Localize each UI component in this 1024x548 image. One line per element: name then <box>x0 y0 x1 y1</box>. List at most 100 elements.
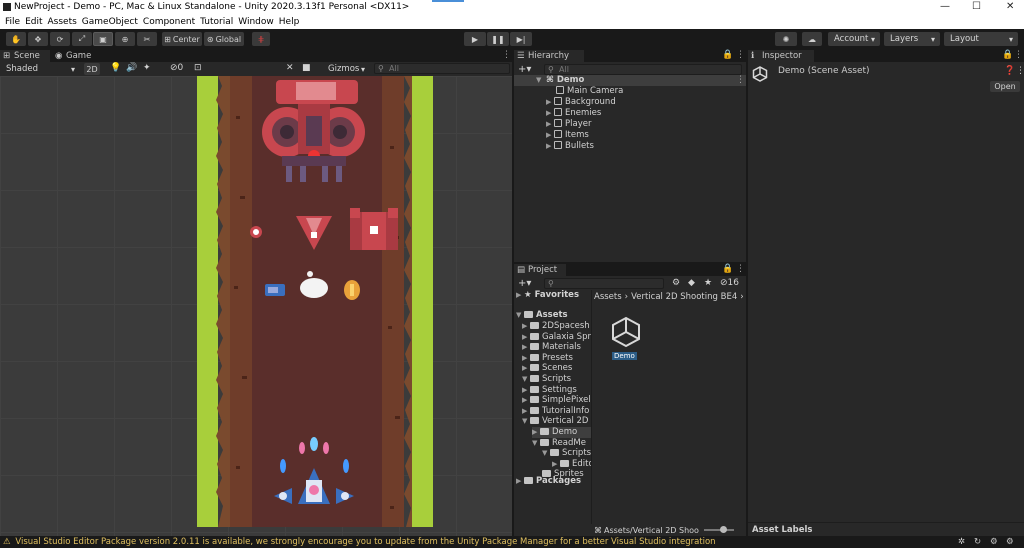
expand-icon[interactable]: ▶ <box>546 141 554 152</box>
rect-tool-icon[interactable]: ▣ <box>93 32 113 46</box>
expand-icon[interactable]: ▶ <box>522 395 530 406</box>
tab-game[interactable]: ◉ Game <box>52 50 96 62</box>
expand-icon[interactable]: ▶ <box>522 353 530 364</box>
global-toggle[interactable]: ⊛ Global <box>204 32 244 46</box>
project-tree-folder[interactable]: ▶ Settings <box>522 385 577 396</box>
project-tree-folder[interactable]: ▶ Galaxia Spr <box>522 332 591 343</box>
project-tree-folder[interactable]: ▼ Scripts <box>542 448 591 459</box>
scene-expand-icon[interactable]: ▼ <box>536 75 544 86</box>
breadcrumb-vertical-2d[interactable]: Vertical 2D Shooting BE4 <box>631 292 737 302</box>
inspector-menu-icon[interactable]: ⋮ <box>1014 50 1023 60</box>
tab-inspector[interactable]: ℹ Inspector <box>748 50 814 62</box>
maximize-button[interactable]: ☐ <box>972 1 981 12</box>
minimize-button[interactable]: — <box>940 1 950 12</box>
menu-edit[interactable]: Edit <box>25 17 42 27</box>
tab-hierarchy[interactable]: ☰ Hierarchy <box>514 50 584 62</box>
project-tree-folder[interactable]: ▼ Scripts <box>522 374 571 385</box>
expand-icon[interactable]: ▶ <box>522 332 530 343</box>
hierarchy-lock-icon[interactable]: 🔒 <box>722 50 733 60</box>
debug-icon[interactable]: ✲ <box>958 536 965 548</box>
hierarchy-scene-row[interactable]: ▼ ⌘ Demo ⋮ <box>514 75 746 86</box>
hierarchy-add-button[interactable]: +▾ <box>518 64 531 75</box>
hierarchy-item-items[interactable]: ▶ Items <box>546 130 589 141</box>
search-by-type-icon[interactable]: ⚙ <box>672 278 680 288</box>
hidden-packages-icon[interactable]: ⊘16 <box>720 278 739 288</box>
move-tool-icon[interactable]: ✥ <box>28 32 48 46</box>
icon-size-slider[interactable] <box>704 529 734 531</box>
breadcrumb-assets[interactable]: Assets <box>594 292 622 302</box>
hierarchy-item-player[interactable]: ▶ Player <box>546 119 591 130</box>
project-search-input[interactable]: ⚲ <box>544 278 664 289</box>
asset-demo-scene[interactable]: Demo <box>610 316 642 364</box>
menu-help[interactable]: Help <box>279 17 300 27</box>
progress-icon[interactable]: ⚙ <box>990 536 998 548</box>
rotate-tool-icon[interactable]: ⟳ <box>50 32 70 46</box>
close-button[interactable]: ✕ <box>1006 1 1014 12</box>
search-by-label-icon[interactable]: ◆ <box>688 278 695 288</box>
expand-icon[interactable]: ▶ <box>546 97 554 108</box>
effects-icon[interactable]: ✦ <box>143 63 151 73</box>
inspector-lock-icon[interactable]: 🔒 <box>1002 50 1013 60</box>
open-button[interactable]: Open <box>990 81 1020 92</box>
expand-icon[interactable]: ▶ <box>522 342 530 353</box>
expand-icon[interactable]: ▼ <box>522 416 530 427</box>
project-tree-folder[interactable]: ▼ Vertical 2D <box>522 416 588 427</box>
hierarchy-item-main-camera[interactable]: Main Camera <box>556 86 623 97</box>
help-icon[interactable]: ❓ <box>1004 66 1015 76</box>
assets-node[interactable]: ▼ Assets <box>516 310 568 321</box>
icon-size-slider-thumb[interactable] <box>720 526 727 533</box>
expand-icon[interactable]: ▶ <box>546 119 554 130</box>
favorites-star-icon[interactable]: ★ <box>704 278 712 288</box>
project-tree-folder[interactable]: ▶ 2DSpacesh <box>522 321 590 332</box>
menu-assets[interactable]: Assets <box>48 17 77 27</box>
inspector-settings-icon[interactable]: ⋮ <box>1016 66 1024 76</box>
menu-file[interactable]: File <box>5 17 20 27</box>
scene-row-menu-icon[interactable]: ⋮ <box>736 75 745 85</box>
packages-node[interactable]: ▶ Packages <box>516 476 581 487</box>
expand-icon[interactable]: ▶ <box>522 363 530 374</box>
2d-toggle[interactable]: 2D <box>84 63 100 75</box>
expand-icon[interactable]: ▶ <box>532 427 540 438</box>
expand-icon[interactable]: ▶ <box>546 130 554 141</box>
hierarchy-item-background[interactable]: ▶ Background <box>546 97 616 108</box>
project-menu-icon[interactable]: ⋮ <box>736 264 745 274</box>
project-tree-folder[interactable]: ▶ SimplePixel <box>522 395 591 406</box>
auto-generate-icon[interactable]: ⚙ <box>1006 536 1014 548</box>
gizmos-dropdown[interactable]: Gizmos <box>322 63 370 75</box>
hand-tool-icon[interactable]: ✋ <box>6 32 26 46</box>
hierarchy-search-input[interactable]: ⚲ All <box>544 64 742 75</box>
project-tree-folder[interactable]: ▶ TutorialInfo <box>522 406 589 417</box>
favorites-node[interactable]: ▶ ★ Favorites <box>516 290 579 301</box>
hidden-objects-icon[interactable]: ⊘0 <box>170 63 183 73</box>
expand-icon[interactable]: ▼ <box>522 374 530 385</box>
step-button[interactable]: ▶| <box>510 32 532 46</box>
project-tree-folder[interactable]: ▶ Demo <box>532 427 591 438</box>
account-dropdown[interactable]: Account <box>828 32 880 46</box>
audio-icon[interactable]: 🔊 <box>126 63 137 73</box>
scale-tool-icon[interactable]: ⤢ <box>72 32 92 46</box>
expand-icon[interactable]: ▶ <box>522 321 530 332</box>
project-tree-folder[interactable]: ▶ Presets <box>522 353 573 364</box>
collab-icon[interactable]: ✺ <box>775 32 797 46</box>
project-tree-folder[interactable]: ▶ Materials <box>522 342 581 353</box>
play-button[interactable]: ▶ <box>464 32 486 46</box>
tools-icon[interactable]: ✕ <box>286 63 294 73</box>
project-tree-folder[interactable]: ▼ ReadMe <box>532 438 586 449</box>
layout-dropdown[interactable]: Layout <box>944 32 1018 46</box>
pivot-center-toggle[interactable]: ⊞ Center <box>162 32 202 46</box>
menu-tutorial[interactable]: Tutorial <box>200 17 233 27</box>
shading-dropdown[interactable]: Shaded <box>0 63 80 75</box>
expand-icon[interactable]: ▶ <box>522 406 530 417</box>
project-add-button[interactable]: +▾ <box>518 278 531 289</box>
grid-snap-icon[interactable]: ⊡ <box>194 63 202 73</box>
custom-tool-icon[interactable]: ✂ <box>137 32 157 46</box>
menu-gameobject[interactable]: GameObject <box>82 17 138 27</box>
snap-grid-icon[interactable]: ⋕ <box>252 32 270 46</box>
collab-status-icon[interactable]: ↻ <box>974 536 981 548</box>
expand-icon[interactable]: ▶ <box>522 385 530 396</box>
expand-icon[interactable]: ▼ <box>542 448 550 459</box>
hierarchy-item-bullets[interactable]: ▶ Bullets <box>546 141 594 152</box>
lighting-icon[interactable]: 💡 <box>110 63 121 73</box>
status-message[interactable]: Visual Studio Editor Package version 2.0… <box>15 537 715 547</box>
tab-project[interactable]: ▤ Project <box>514 264 566 276</box>
